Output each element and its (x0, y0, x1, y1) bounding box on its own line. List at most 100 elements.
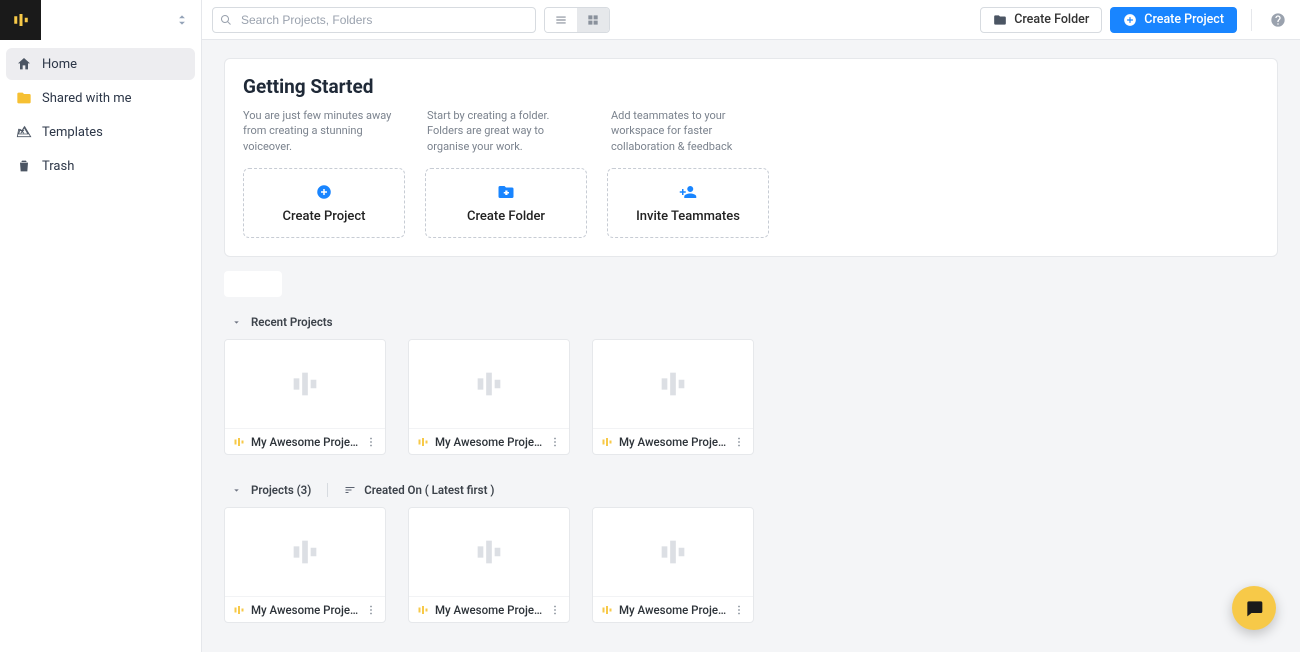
more-icon[interactable] (365, 604, 377, 616)
sidebar-item-label: Shared with me (42, 91, 132, 106)
project-name: My Awesome Project (619, 435, 727, 449)
sidebar-nav: Home Shared with me Templates Trash (0, 40, 201, 192)
divider (1251, 9, 1252, 31)
project-icon (601, 604, 613, 616)
project-thumbnail (409, 508, 569, 596)
create-project-card[interactable]: Create Project (243, 168, 405, 238)
sidebar-item-templates[interactable]: Templates (6, 116, 195, 148)
sidebar-item-shared[interactable]: Shared with me (6, 82, 195, 114)
project-meta: My Awesome Project (409, 428, 569, 454)
getting-started-desc: Add teammates to your workspace for fast… (611, 108, 769, 154)
invite-teammates-card[interactable]: Invite Teammates (607, 168, 769, 238)
getting-started-panel: Getting Started You are just few minutes… (224, 58, 1278, 257)
app-logo[interactable] (0, 0, 41, 40)
grid-icon (586, 13, 600, 27)
help-button[interactable] (1266, 8, 1290, 32)
sort-icon (344, 484, 356, 496)
search-input[interactable] (212, 7, 536, 33)
project-card[interactable]: My Awesome Project (224, 507, 386, 623)
audio-bars-icon (288, 535, 322, 569)
project-thumbnail (225, 340, 385, 428)
getting-started-desc: You are just few minutes away from creat… (243, 108, 403, 154)
list-view-button[interactable] (545, 8, 577, 32)
project-meta: My Awesome Project (409, 596, 569, 622)
sidebar-item-label: Trash (42, 159, 74, 174)
search-wrap (212, 7, 536, 33)
plus-circle-icon (1123, 13, 1137, 27)
workspace-header (0, 0, 201, 40)
chat-fab[interactable] (1232, 586, 1276, 630)
sidebar-item-trash[interactable]: Trash (6, 150, 195, 182)
view-toggle (544, 7, 610, 33)
project-card[interactable]: My Awesome Project (592, 507, 754, 623)
grid-view-button[interactable] (577, 8, 609, 32)
more-icon[interactable] (549, 604, 561, 616)
folder-add-icon (993, 13, 1007, 27)
more-icon[interactable] (549, 436, 561, 448)
recent-projects-grid: My Awesome Project My Awesome Project My… (224, 339, 1278, 455)
main-area: Create Folder Create Project Getting Sta… (202, 0, 1300, 652)
section-label: Projects (3) (251, 483, 311, 497)
shared-folder-icon (16, 90, 32, 106)
audio-bars-icon (472, 535, 506, 569)
recent-projects-header[interactable]: Recent Projects (232, 315, 1278, 329)
project-icon (601, 436, 613, 448)
templates-icon (16, 124, 32, 140)
content-area: Getting Started You are just few minutes… (202, 40, 1300, 652)
sidebar-item-label: Templates (42, 125, 103, 140)
sort-selector[interactable]: Created On ( Latest first ) (344, 483, 494, 497)
more-icon[interactable] (365, 436, 377, 448)
more-icon[interactable] (733, 436, 745, 448)
projects-grid: My Awesome Project My Awesome Project My… (224, 507, 1278, 623)
project-thumbnail (409, 340, 569, 428)
home-icon (16, 56, 32, 72)
project-thumbnail (225, 508, 385, 596)
person-add-icon (679, 183, 697, 201)
projects-header: Projects (3) Created On ( Latest first ) (232, 483, 1278, 497)
chevron-up-down-icon (175, 11, 189, 29)
project-name: My Awesome Project (251, 435, 359, 449)
project-card[interactable]: My Awesome Project (224, 339, 386, 455)
project-meta: My Awesome Project (225, 596, 385, 622)
project-icon (417, 604, 429, 616)
project-thumbnail (593, 508, 753, 596)
list-icon (554, 13, 568, 27)
project-icon (417, 436, 429, 448)
project-meta: My Awesome Project (593, 596, 753, 622)
divider (327, 483, 328, 497)
caret-down-icon (232, 318, 241, 327)
project-name: My Awesome Project (619, 603, 727, 617)
create-folder-button[interactable]: Create Folder (980, 7, 1102, 33)
sidebar: Home Shared with me Templates Trash (0, 0, 202, 652)
project-meta: My Awesome Project (225, 428, 385, 454)
project-thumbnail (593, 340, 753, 428)
create-folder-card[interactable]: Create Folder (425, 168, 587, 238)
sidebar-item-home[interactable]: Home (6, 48, 195, 80)
sort-label: Created On ( Latest first ) (364, 483, 494, 497)
search-icon (220, 14, 232, 26)
project-name: My Awesome Project (251, 603, 359, 617)
project-icon (233, 604, 245, 616)
chat-icon (1244, 598, 1264, 618)
project-name: My Awesome Project (435, 435, 543, 449)
audio-bars-icon (288, 367, 322, 401)
workspace-switcher[interactable] (41, 11, 201, 29)
topbar: Create Folder Create Project (202, 0, 1300, 40)
project-name: My Awesome Project (435, 603, 543, 617)
plus-circle-icon (315, 183, 333, 201)
project-card[interactable]: My Awesome Project (408, 339, 570, 455)
button-label: Create Project (1144, 12, 1224, 27)
project-card[interactable]: My Awesome Project (408, 507, 570, 623)
project-card[interactable]: My Awesome Project (592, 339, 754, 455)
trash-icon (16, 158, 32, 174)
placeholder-chip (224, 271, 282, 297)
card-label: Create Project (283, 209, 366, 224)
create-project-button[interactable]: Create Project (1110, 7, 1237, 33)
help-icon (1270, 12, 1286, 28)
getting-started-desc: Start by creating a folder. Folders are … (427, 108, 587, 154)
caret-down-icon (232, 486, 241, 495)
more-icon[interactable] (733, 604, 745, 616)
projects-toggle[interactable]: Projects (3) (232, 483, 311, 497)
card-label: Invite Teammates (636, 209, 740, 224)
sidebar-item-label: Home (42, 57, 77, 72)
